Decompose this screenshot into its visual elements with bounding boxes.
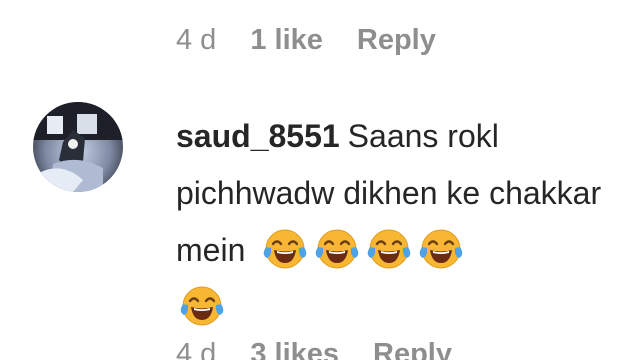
comment-body: saud_8551 Saans rokl pichhwadw dikhen ke … [176, 108, 636, 336]
comment-time: 4 d [176, 24, 217, 56]
face-with-tears-of-joy-icon [419, 227, 463, 271]
reply-button[interactable]: Reply [357, 24, 436, 57]
comment-username[interactable]: saud_8551 [176, 118, 340, 154]
likes-count-button[interactable]: 1 like [250, 24, 323, 57]
face-with-tears-of-joy-icon [315, 227, 359, 271]
comment-thread: 4 d 1 like Reply saud_8551 Saans rokl pic… [0, 0, 640, 360]
comment-meta: 4 d 3 likes Reply [176, 338, 452, 360]
likes-count-button[interactable]: 3 likes [250, 338, 339, 360]
comment-time: 4 d [176, 338, 217, 360]
reply-button[interactable]: Reply [373, 338, 452, 360]
face-with-tears-of-joy-icon [180, 284, 224, 328]
face-with-tears-of-joy-icon [263, 227, 307, 271]
avatar[interactable] [33, 102, 123, 192]
face-with-tears-of-joy-icon [367, 227, 411, 271]
avatar-image [33, 102, 123, 192]
previous-comment-meta: 4 d 1 like Reply [176, 24, 436, 57]
